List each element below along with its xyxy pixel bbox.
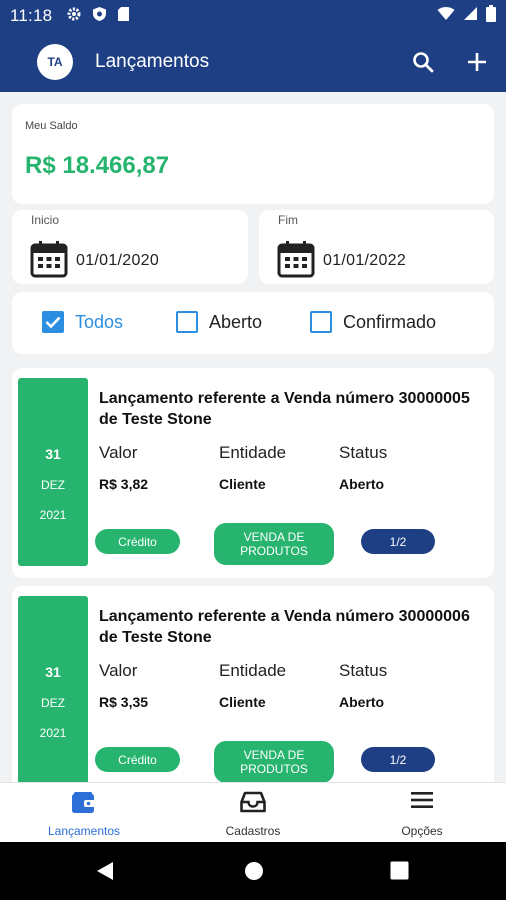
bottom-navigation: Lançamentos Cadastros Opções <box>0 782 506 842</box>
category-tag: VENDA DE PRODUTOS <box>214 741 334 783</box>
sd-card-icon <box>117 6 130 27</box>
recents-icon[interactable] <box>390 861 409 885</box>
entry-date-badge: 31 DEZ 2021 <box>18 596 88 784</box>
gear-icon <box>66 6 82 27</box>
calendar-icon[interactable] <box>30 240 68 283</box>
wallet-icon[interactable] <box>71 791 97 820</box>
type-tag: Crédito <box>95 529 180 554</box>
nav-lancamentos-label[interactable]: Lançamentos <box>0 824 168 838</box>
entry-card[interactable]: 31 DEZ 2021 Lançamento referente a Venda… <box>12 586 494 796</box>
system-navigation-bar <box>0 842 506 900</box>
entry-year: 2021 <box>39 726 67 740</box>
entry-title: Lançamento referente a Venda número 3000… <box>99 608 470 646</box>
signal-icon <box>463 6 478 26</box>
end-date-value: 01/01/2022 <box>323 252 407 269</box>
valor-value: R$ 3,82 <box>99 476 149 492</box>
status-value: Aberto <box>339 694 385 710</box>
inbox-icon[interactable] <box>240 791 266 818</box>
shield-icon <box>92 6 107 27</box>
entry-card[interactable]: 31 DEZ 2021 Lançamento referente a Venda… <box>12 368 494 578</box>
filter-confirmado[interactable]: Confirmado <box>310 311 436 333</box>
status-time: 11:18 <box>10 6 53 25</box>
entry-year: 2021 <box>39 508 67 522</box>
nav-lancamentos[interactable]: Lançamentos <box>0 783 168 843</box>
search-icon[interactable] <box>410 49 436 75</box>
entidade-label: Entidade <box>219 661 287 680</box>
menu-icon[interactable] <box>411 791 433 814</box>
end-date-field[interactable]: Fim 01/01/2022 <box>259 210 494 284</box>
home-icon[interactable] <box>244 861 264 886</box>
valor-label: Valor <box>99 443 138 462</box>
status-label: Status <box>339 443 388 462</box>
entidade-value: Cliente <box>219 694 266 710</box>
end-date-label: Fim <box>278 213 298 227</box>
entry-day: 31 <box>45 664 61 680</box>
nav-cadastros-label[interactable]: Cadastros <box>169 824 337 838</box>
entry-month: DEZ <box>41 696 65 710</box>
checkbox-icon[interactable] <box>310 311 332 333</box>
filter-aberto-label[interactable]: Aberto <box>209 312 262 333</box>
installment-badge: 1/2 <box>361 747 435 772</box>
category-tag: VENDA DE PRODUTOS <box>214 523 334 565</box>
type-tag: Crédito <box>95 747 180 772</box>
nav-opcoes[interactable]: Opções <box>338 783 506 843</box>
valor-value: R$ 3,35 <box>99 694 149 710</box>
status-label: Status <box>339 661 388 680</box>
calendar-icon[interactable] <box>277 240 315 283</box>
checkbox-checked-icon[interactable] <box>42 311 64 333</box>
entry-month: DEZ <box>41 478 65 492</box>
app-bar: TA Lançamentos <box>0 32 506 92</box>
add-icon[interactable] <box>464 49 490 75</box>
checkbox-icon[interactable] <box>176 311 198 333</box>
entidade-value: Cliente <box>219 476 266 492</box>
status-filter: Todos Aberto Confirmado <box>12 292 494 354</box>
filter-confirmado-label[interactable]: Confirmado <box>343 312 436 333</box>
battery-icon <box>486 5 496 27</box>
balance-card: Meu Saldo R$ 18.466,87 <box>12 104 494 204</box>
entidade-label: Entidade <box>219 443 287 462</box>
entry-date-badge: 31 DEZ 2021 <box>18 378 88 566</box>
page-title: Lançamentos <box>95 51 210 72</box>
installment-badge: 1/2 <box>361 529 435 554</box>
entry-title: Lançamento referente a Venda número 3000… <box>99 390 470 428</box>
filter-todos[interactable]: Todos <box>42 311 123 333</box>
wifi-icon <box>437 6 455 26</box>
start-date-value: 01/01/2020 <box>76 252 160 269</box>
filter-todos-label[interactable]: Todos <box>75 312 123 333</box>
entry-day: 31 <box>45 446 61 462</box>
filter-aberto[interactable]: Aberto <box>176 311 262 333</box>
valor-label: Valor <box>99 661 138 680</box>
balance-label: Meu Saldo <box>25 120 78 132</box>
balance-value: R$ 18.466,87 <box>25 152 170 179</box>
status-bar: 11:18 <box>0 0 506 32</box>
nav-opcoes-label[interactable]: Opções <box>338 824 506 838</box>
nav-cadastros[interactable]: Cadastros <box>169 783 337 843</box>
back-icon[interactable] <box>96 861 114 886</box>
start-date-field[interactable]: Inicio 01/01/2020 <box>12 210 248 284</box>
start-date-label: Inicio <box>31 213 60 227</box>
avatar[interactable]: TA <box>37 44 73 80</box>
status-value: Aberto <box>339 476 385 492</box>
